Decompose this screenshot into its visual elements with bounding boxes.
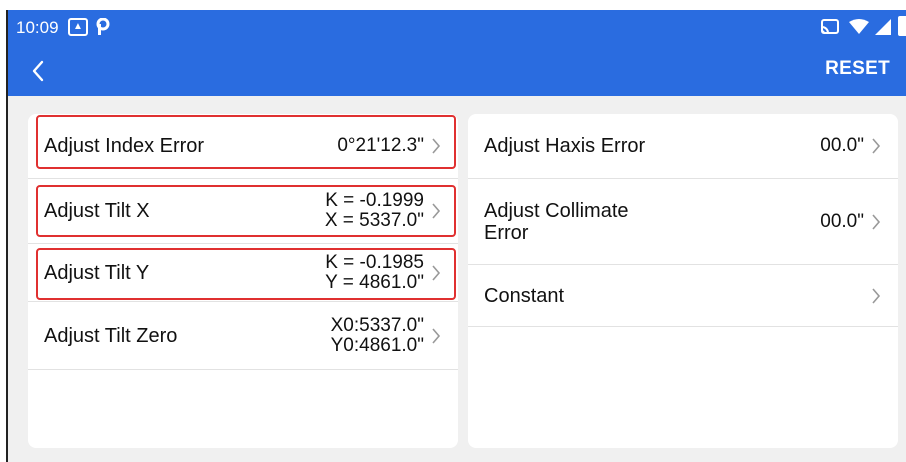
item-label: Adjust Tilt Zero bbox=[44, 324, 178, 347]
signal-icon bbox=[874, 18, 892, 36]
chevron-right-icon bbox=[430, 200, 442, 222]
item-label: Adjust Index Error bbox=[44, 135, 205, 157]
chevron-right-icon bbox=[870, 285, 882, 307]
chevron-right-icon bbox=[430, 325, 442, 347]
chevron-right-icon bbox=[870, 211, 882, 233]
chevron-right-icon bbox=[430, 262, 442, 284]
list-item-adjust-haxis-error[interactable]: Adjust Haxis Error 00.0" bbox=[468, 114, 898, 179]
item-label: Adjust Haxis Error bbox=[484, 135, 646, 157]
item-value: K = -0.1999 X = 5337.0" bbox=[324, 190, 424, 231]
chevron-left-icon bbox=[32, 60, 44, 82]
item-label: Adjust Collimate Error bbox=[484, 199, 629, 244]
battery-icon bbox=[898, 16, 906, 36]
app-frame: 10:09 ▲ RESET Adjust Index Error 0°21'12… bbox=[6, 10, 906, 462]
chevron-right-icon bbox=[430, 135, 442, 157]
app-bar: 10:09 ▲ RESET bbox=[8, 10, 906, 96]
item-value: 0°21'12.3" bbox=[337, 135, 424, 156]
item-value: X0:5337.0" Y0:4861.0" bbox=[330, 314, 424, 356]
item-value: K = -0.1985 Y = 4861.0" bbox=[325, 251, 424, 293]
right-settings-panel: Adjust Haxis Error 00.0" Adjust Collimat… bbox=[468, 114, 898, 448]
p-app-icon bbox=[96, 18, 110, 36]
item-label: Constant bbox=[484, 284, 565, 307]
cast-icon bbox=[820, 18, 840, 36]
list-item-adjust-tilt-zero[interactable]: Adjust Tilt Zero X0:5337.0" Y0:4861.0" bbox=[28, 302, 458, 370]
list-item-constant[interactable]: Constant bbox=[468, 265, 898, 327]
wifi-icon bbox=[848, 18, 870, 36]
list-item-adjust-index-error[interactable]: Adjust Index Error 0°21'12.3" bbox=[28, 114, 458, 179]
item-value: 00.0" bbox=[820, 135, 864, 156]
list-item-adjust-tilt-x[interactable]: Adjust Tilt X K = -0.1999 X = 5337.0" bbox=[28, 179, 458, 244]
item-value: 00.0" bbox=[820, 210, 864, 232]
item-label: Adjust Tilt X bbox=[44, 200, 150, 222]
status-time: 10:09 bbox=[16, 18, 59, 37]
chevron-right-icon bbox=[870, 135, 882, 157]
item-label: Adjust Tilt Y bbox=[44, 261, 150, 284]
left-settings-panel: Adjust Index Error 0°21'12.3" Adjust Til… bbox=[28, 114, 458, 448]
status-bar: 10:09 ▲ bbox=[8, 10, 906, 46]
reset-button[interactable]: RESET bbox=[825, 58, 890, 80]
list-item-adjust-tilt-y[interactable]: Adjust Tilt Y K = -0.1985 Y = 4861.0" bbox=[28, 244, 458, 302]
gallery-icon: ▲ bbox=[68, 18, 88, 36]
list-item-adjust-collimate-error[interactable]: Adjust Collimate Error 00.0" bbox=[468, 179, 898, 265]
back-button[interactable] bbox=[24, 56, 52, 86]
